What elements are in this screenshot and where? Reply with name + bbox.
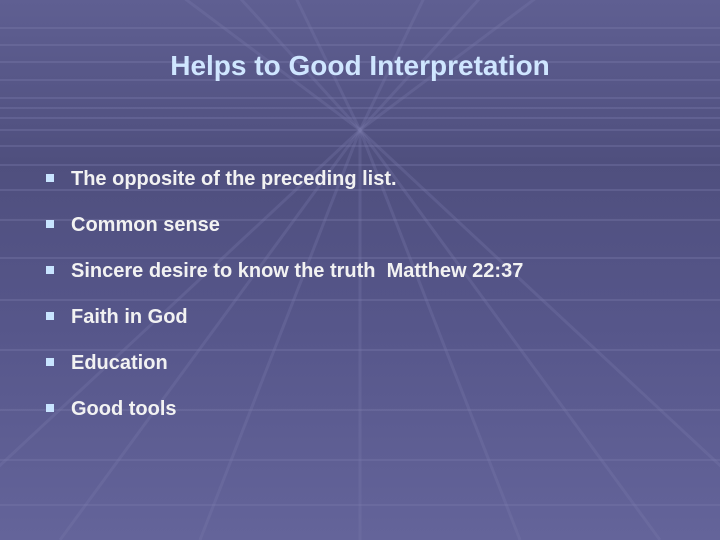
bullet-list: The opposite of the preceding list. Comm… bbox=[46, 156, 523, 432]
square-bullet-icon bbox=[46, 266, 54, 274]
bullet-text: Common sense bbox=[71, 213, 220, 236]
square-bullet-icon bbox=[46, 404, 54, 412]
bullet-item: Education bbox=[46, 340, 523, 386]
slide-title: Helps to Good Interpretation bbox=[170, 50, 550, 81]
square-bullet-icon bbox=[46, 358, 54, 366]
bullet-item: Common sense bbox=[46, 202, 523, 248]
bullet-item: Sincere desire to know the truth Matthew… bbox=[46, 248, 523, 294]
bullet-item: The opposite of the preceding list. bbox=[46, 156, 523, 202]
bullet-text: The opposite of the preceding list. bbox=[71, 167, 397, 190]
square-bullet-icon bbox=[46, 174, 54, 182]
bullet-item: Faith in God bbox=[46, 294, 523, 340]
slide: Helps to Good Interpretation The opposit… bbox=[0, 0, 720, 540]
square-bullet-icon bbox=[46, 220, 54, 228]
bullet-item: Good tools bbox=[46, 386, 523, 432]
bullet-text: Sincere desire to know the truth Matthew… bbox=[71, 259, 524, 282]
bullet-text: Good tools bbox=[71, 397, 177, 420]
bullet-text: Faith in God bbox=[71, 305, 188, 328]
square-bullet-icon bbox=[46, 312, 54, 320]
bullet-text: Education bbox=[71, 351, 168, 374]
